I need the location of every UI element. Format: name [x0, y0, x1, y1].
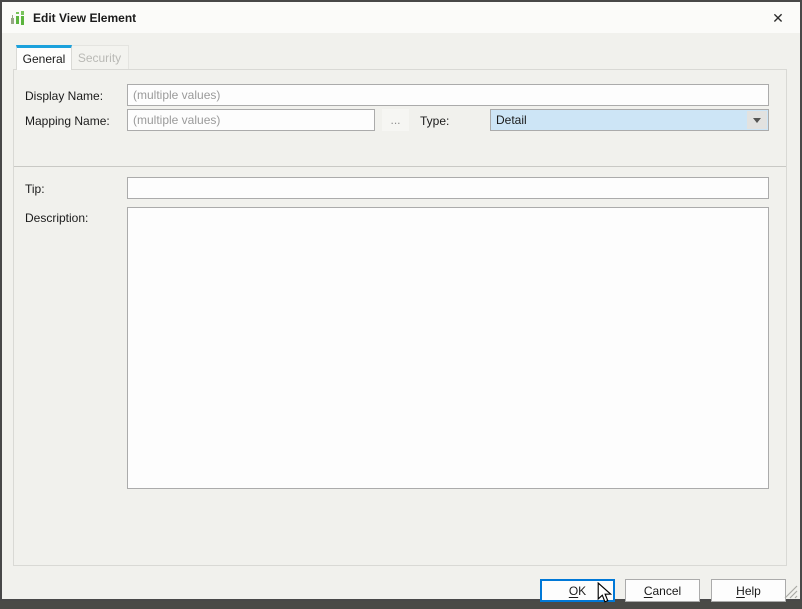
screen-background: Edit View Element ✕ General Security Dis…	[0, 0, 802, 609]
type-label: Type:	[420, 114, 449, 128]
section-separator	[14, 166, 786, 167]
edit-view-element-dialog: Edit View Element ✕ General Security Dis…	[0, 0, 802, 601]
mapping-name-input[interactable]	[127, 109, 375, 131]
tab-general[interactable]: General	[16, 45, 72, 70]
display-name-label: Display Name:	[25, 89, 103, 103]
chevron-down-icon	[753, 118, 761, 123]
chart-bars-icon	[10, 10, 26, 26]
tab-security[interactable]: Security	[71, 45, 129, 69]
close-button[interactable]: ✕	[764, 5, 792, 31]
type-selected-value: Detail	[491, 113, 747, 127]
resize-grip[interactable]	[784, 585, 798, 599]
title-bar[interactable]: Edit View Element ✕	[2, 2, 800, 33]
tip-input[interactable]	[127, 177, 769, 199]
cancel-button[interactable]: Cancel	[625, 579, 700, 602]
tip-label: Tip:	[25, 182, 45, 196]
description-label: Description:	[25, 211, 88, 225]
combo-dropdown-button[interactable]	[747, 111, 767, 129]
mouse-cursor	[597, 582, 612, 604]
description-textarea[interactable]	[127, 207, 769, 489]
display-name-input[interactable]	[127, 84, 769, 106]
mapping-name-label: Mapping Name:	[25, 114, 110, 128]
browse-button[interactable]: ...	[382, 109, 409, 131]
help-button[interactable]: Help	[711, 579, 786, 602]
dialog-title: Edit View Element	[33, 11, 136, 25]
type-combobox[interactable]: Detail	[490, 109, 769, 131]
